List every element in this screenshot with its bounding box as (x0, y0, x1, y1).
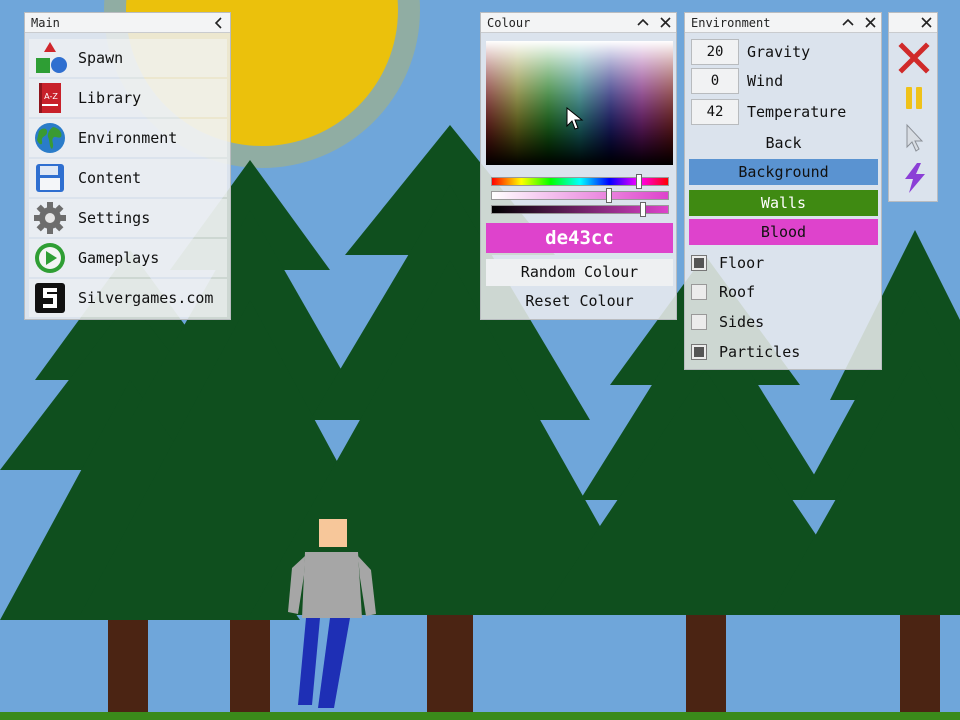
sides-checkbox[interactable] (691, 314, 707, 330)
tool-panel (888, 12, 938, 202)
particles-label: Particles (719, 343, 801, 361)
menu-item-label: Library (78, 89, 142, 107)
gravity-label: Gravity (747, 43, 811, 61)
ground (0, 712, 960, 720)
colour-panel: Colour de43cc Random Colour Reset Colour (480, 12, 677, 320)
main-panel: Main Spawn A-Z Library Environment Conte… (24, 12, 231, 320)
play-icon (35, 243, 65, 273)
menu-item-environment[interactable]: Environment (29, 119, 227, 157)
trunk (427, 612, 473, 720)
colour-title: Colour (487, 16, 531, 30)
brightness-slider-thumb[interactable] (640, 202, 646, 217)
pause-icon[interactable] (897, 81, 931, 115)
sides-toggle-row[interactable]: Sides (691, 309, 877, 335)
menu-item-content[interactable]: Content (29, 159, 227, 197)
blood-colour-button[interactable]: Blood (689, 219, 878, 245)
close-icon[interactable] (915, 13, 937, 33)
hue-slider-thumb[interactable] (636, 174, 642, 189)
floor-label: Floor (719, 254, 765, 272)
gear-icon (34, 202, 66, 234)
saturation-slider-thumb[interactable] (606, 188, 612, 203)
main-title: Main (31, 16, 60, 30)
roof-toggle-row[interactable]: Roof (691, 279, 877, 305)
back-button[interactable]: Back (689, 130, 878, 156)
gravity-input[interactable]: 20 (691, 39, 739, 65)
random-colour-button[interactable]: Random Colour (486, 259, 673, 286)
menu-item-label: Spawn (78, 49, 124, 67)
roof-label: Roof (719, 283, 756, 301)
close-icon[interactable] (859, 13, 881, 33)
menu-item-label: Content (78, 169, 142, 187)
shapes-icon (36, 42, 67, 73)
tool-titlebar (889, 13, 937, 33)
main-titlebar: Main (25, 13, 230, 33)
menu-item-label: Silvergames.com (78, 289, 214, 307)
wind-label: Wind (747, 72, 784, 90)
floor-toggle-row[interactable]: Floor (691, 250, 877, 276)
colour-picker-field[interactable] (486, 41, 673, 165)
close-icon[interactable] (654, 13, 676, 33)
background-colour-button[interactable]: Background (689, 159, 878, 185)
silvergames-logo-icon (35, 283, 65, 313)
colour-titlebar: Colour (481, 13, 676, 33)
environment-titlebar: Environment (685, 13, 881, 33)
chevron-up-icon[interactable] (837, 13, 859, 33)
ragdoll-torso (302, 552, 362, 618)
floor-checkbox[interactable] (691, 255, 707, 271)
globe-icon (35, 123, 65, 153)
trunk (686, 612, 726, 720)
menu-item-silvergames[interactable]: Silvergames.com (29, 279, 227, 317)
temperature-input[interactable]: 42 (691, 99, 739, 125)
menu-item-gameplays[interactable]: Gameplays (29, 239, 227, 277)
particles-toggle-row[interactable]: Particles (691, 339, 877, 365)
wind-row: 0 Wind (691, 68, 877, 94)
menu-item-library[interactable]: A-Z Library (29, 79, 227, 117)
hue-slider[interactable] (491, 174, 669, 189)
sides-label: Sides (719, 313, 765, 331)
menu-item-label: Environment (78, 129, 178, 147)
close-x-icon[interactable] (897, 41, 931, 75)
chevron-up-icon[interactable] (632, 13, 654, 33)
trunk (230, 612, 270, 720)
ragdoll-head (319, 519, 347, 547)
floppy-disk-icon (36, 164, 64, 192)
brightness-slider[interactable] (491, 202, 669, 217)
trunk (108, 612, 148, 720)
lightning-icon[interactable] (897, 161, 931, 195)
environment-title: Environment (691, 16, 771, 30)
roof-checkbox[interactable] (691, 284, 707, 300)
menu-item-label: Gameplays (78, 249, 160, 267)
gravity-row: 20 Gravity (691, 39, 877, 65)
trunk (900, 612, 940, 720)
reset-colour-button[interactable]: Reset Colour (486, 288, 673, 315)
menu-item-label: Settings (78, 209, 151, 227)
mouse-cursor-icon (566, 107, 584, 130)
pointer-icon[interactable] (897, 121, 931, 155)
chevron-left-icon[interactable] (208, 13, 230, 33)
particles-checkbox[interactable] (691, 344, 707, 360)
menu-item-settings[interactable]: Settings (29, 199, 227, 237)
temperature-label: Temperature (747, 103, 847, 121)
saturation-slider[interactable] (491, 188, 669, 203)
svg-text:A-Z: A-Z (44, 92, 58, 101)
menu-item-spawn[interactable]: Spawn (29, 39, 227, 77)
environment-panel: Environment 20 Gravity 0 Wind 42 Tempera… (684, 12, 882, 370)
book-az-icon: A-Z (39, 83, 61, 113)
walls-colour-button[interactable]: Walls (689, 190, 878, 216)
hex-colour-value[interactable]: de43cc (486, 223, 673, 253)
temperature-row: 42 Temperature (691, 99, 877, 125)
wind-input[interactable]: 0 (691, 68, 739, 94)
